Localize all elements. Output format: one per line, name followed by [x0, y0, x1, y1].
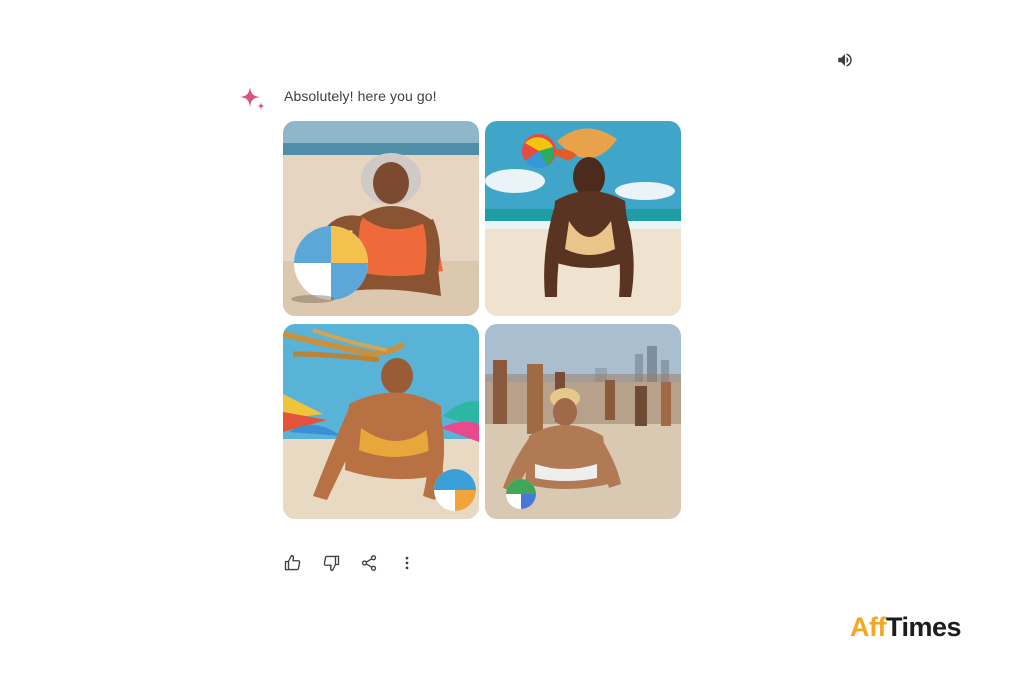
generated-image-2[interactable] — [485, 121, 681, 316]
speaker-button[interactable] — [834, 49, 856, 71]
generated-image-4[interactable] — [485, 324, 681, 519]
share-icon — [361, 555, 377, 571]
volume-icon — [838, 53, 852, 67]
generated-image-1[interactable] — [283, 121, 479, 316]
thumbs-down-button[interactable] — [320, 552, 342, 574]
thumbs-down-icon — [323, 555, 340, 572]
thumbs-up-icon — [284, 554, 301, 571]
thumbs-up-button[interactable] — [282, 552, 304, 574]
watermark-part-aff: Aff — [850, 612, 886, 642]
generated-image-3[interactable] — [283, 324, 479, 519]
share-button[interactable] — [358, 552, 380, 574]
afftimes-watermark: AffTimes — [850, 612, 962, 643]
image-grid — [283, 121, 681, 519]
more-vertical-icon — [405, 556, 409, 570]
watermark-part-times: Times — [885, 612, 962, 642]
more-options-button[interactable] — [396, 552, 418, 574]
assistant-sparkle-icon — [239, 86, 267, 112]
assistant-reply-text: Absolutely! here you go! — [284, 88, 437, 104]
